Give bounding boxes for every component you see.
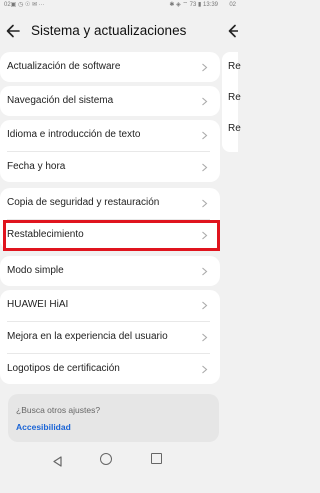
settings-item-language-input[interactable]: Idioma e introducción de texto xyxy=(0,120,220,150)
item-label: Mejora en la experiencia del usuario xyxy=(7,331,168,342)
item-label: Copia de seguridad y restauración xyxy=(7,197,160,208)
settings-card-software: Actualización de software xyxy=(0,52,220,82)
item-label: Idioma e introducción de texto xyxy=(7,129,141,140)
nav-back-icon[interactable] xyxy=(52,454,63,467)
back-arrow-icon[interactable] xyxy=(4,22,22,40)
settings-card-navigation: Navegación del sistema xyxy=(0,86,220,116)
chevron-right-icon xyxy=(201,301,208,310)
settings-item-simple-mode[interactable]: Modo simple xyxy=(0,256,220,286)
chevron-right-icon xyxy=(201,199,208,208)
item-label: Modo simple xyxy=(7,265,64,276)
navigation-bar xyxy=(0,450,238,470)
page-title: Sistema y actualizaciones xyxy=(31,23,187,38)
settings-item-user-experience[interactable]: Mejora en la experiencia del usuario xyxy=(0,322,220,352)
settings-card-huawei: HUAWEI HiAI Mejora en la experiencia del… xyxy=(0,290,220,384)
status-bar: 02▣ ◷ ☉ ✉ ··· ✱ ◈ ⌔ 73 ▮ 13:39 02 xyxy=(0,0,238,10)
search-suggestion-card: ¿Busca otros ajustes? Accesibilidad xyxy=(8,394,219,442)
next-screen-item[interactable]: Re xyxy=(228,61,241,72)
status-right: ✱ ◈ ⌔ 73 ▮ 13:39 xyxy=(169,2,218,8)
next-screen-item[interactable]: Re xyxy=(228,123,241,134)
settings-card-language: Idioma e introducción de texto Fecha y h… xyxy=(0,120,220,182)
chevron-right-icon xyxy=(201,365,208,374)
settings-item-huawei-hiai[interactable]: HUAWEI HiAI xyxy=(0,290,220,320)
chevron-right-icon xyxy=(201,163,208,172)
settings-item-date-time[interactable]: Fecha y hora xyxy=(0,152,220,182)
secondary-back-arrow-icon[interactable] xyxy=(226,22,238,40)
settings-item-system-navigation[interactable]: Navegación del sistema xyxy=(0,86,220,116)
next-screen-item[interactable]: Re xyxy=(228,92,241,103)
settings-item-software-update[interactable]: Actualización de software xyxy=(0,52,220,82)
search-suggestion-question: ¿Busca otros ajustes? xyxy=(16,405,101,415)
header: Sistema y actualizaciones xyxy=(0,14,238,50)
item-label: HUAWEI HiAI xyxy=(7,299,69,310)
item-label: Logotipos de certificación xyxy=(7,363,120,374)
nav-home-icon[interactable] xyxy=(100,453,112,465)
nav-recent-apps-icon[interactable] xyxy=(151,453,162,464)
item-label: Actualización de software xyxy=(7,61,121,72)
highlight-box xyxy=(3,220,220,251)
chevron-right-icon xyxy=(201,267,208,276)
settings-item-certification-logos[interactable]: Logotipos de certificación xyxy=(0,354,220,384)
settings-item-backup-restore[interactable]: Copia de seguridad y restauración xyxy=(0,188,220,218)
status-left: 02▣ ◷ ☉ ✉ ··· xyxy=(4,2,45,8)
chevron-right-icon xyxy=(201,333,208,342)
settings-card-simple-mode: Modo simple xyxy=(0,256,220,286)
accessibility-link[interactable]: Accesibilidad xyxy=(16,422,71,432)
item-label: Fecha y hora xyxy=(7,161,66,172)
chevron-right-icon xyxy=(201,63,208,72)
item-label: Navegación del sistema xyxy=(7,95,114,106)
chevron-right-icon xyxy=(201,131,208,140)
chevron-right-icon xyxy=(201,97,208,106)
next-screen-panel: Re Re Re xyxy=(222,52,241,152)
status-right-secondary: 02 xyxy=(229,2,236,8)
